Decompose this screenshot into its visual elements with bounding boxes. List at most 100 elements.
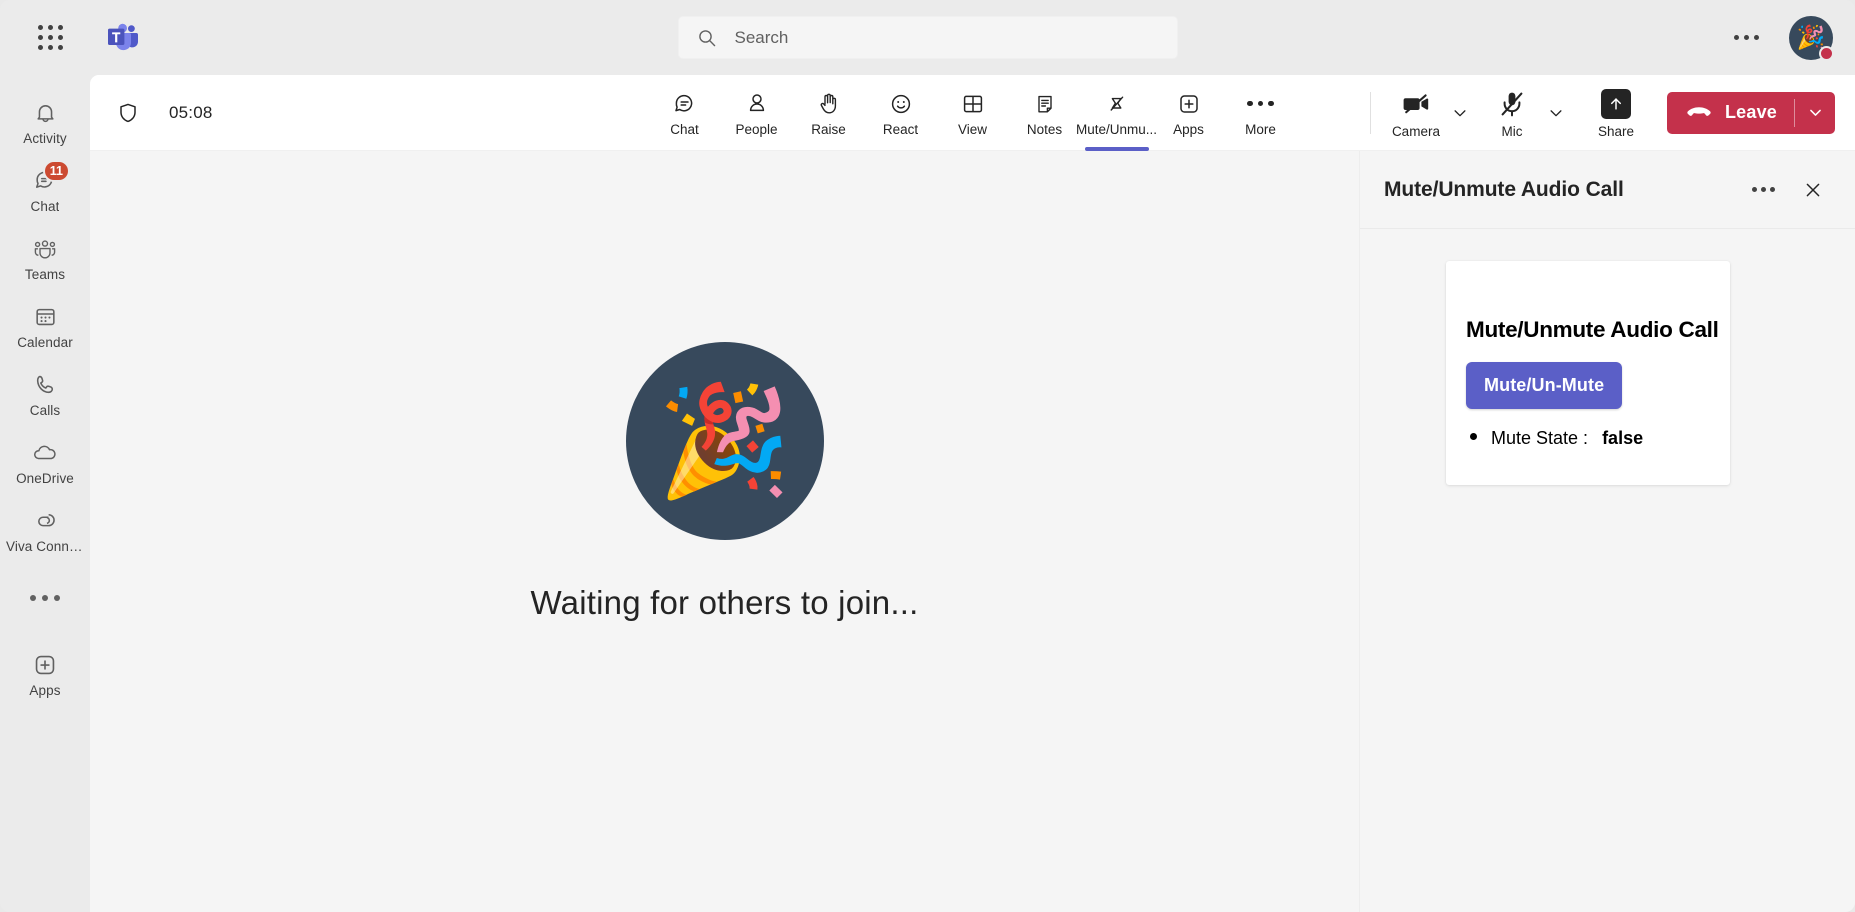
mute-unmute-card: Mute/Unmute Audio Call Mute/Un-Mute Mute… bbox=[1446, 261, 1730, 485]
camera-group: Camera bbox=[1385, 78, 1481, 148]
sidebar-item-chat[interactable]: 11 Chat bbox=[9, 156, 81, 224]
tool-apps[interactable]: Apps bbox=[1153, 75, 1225, 151]
share-up-arrow-icon bbox=[1600, 88, 1631, 119]
meeting-toolbar-right: Camera Mic Share Leave bbox=[1366, 78, 1835, 148]
bell-icon bbox=[31, 99, 59, 127]
chat-icon: 11 bbox=[31, 159, 70, 195]
sidebar-item-label: OneDrive bbox=[16, 470, 74, 486]
sidebar-item-viva-connections[interactable]: Viva Conne... bbox=[6, 496, 84, 564]
tool-notes[interactable]: Notes bbox=[1009, 75, 1081, 151]
side-panel-header: Mute/Unmute Audio Call bbox=[1360, 151, 1855, 229]
waiting-message: Waiting for others to join... bbox=[530, 583, 919, 621]
avatar[interactable]: 🎉 bbox=[1789, 15, 1834, 61]
tool-label: More bbox=[1245, 122, 1276, 137]
mic-toggle-button[interactable]: Mic bbox=[1481, 78, 1543, 148]
leave-label: Leave bbox=[1724, 102, 1777, 122]
tool-more[interactable]: More bbox=[1225, 75, 1297, 151]
party-popper-icon: 🎉 bbox=[657, 379, 792, 501]
search-placeholder: Search bbox=[734, 27, 789, 47]
tool-view[interactable]: View bbox=[937, 75, 1009, 151]
camera-toggle-button[interactable]: Camera bbox=[1385, 78, 1447, 148]
camera-off-icon bbox=[1401, 89, 1431, 119]
mute-unmute-button[interactable]: Mute/Un-Mute bbox=[1466, 362, 1623, 409]
sidebar-item-onedrive[interactable]: OneDrive bbox=[9, 428, 81, 496]
stage-column: 05:08 Chat People Raise React View Notes… bbox=[90, 75, 1855, 912]
plus-box-icon bbox=[31, 651, 59, 679]
cloud-icon bbox=[31, 439, 59, 467]
sidebar-item-apps[interactable]: Apps bbox=[9, 640, 81, 708]
camera-label: Camera bbox=[1391, 123, 1440, 139]
mic-label: Mic bbox=[1501, 123, 1523, 139]
mute-state-label: Mute State : bbox=[1491, 428, 1589, 448]
presence-badge bbox=[1819, 45, 1834, 61]
smiley-icon bbox=[887, 90, 914, 117]
grid-view-icon bbox=[959, 90, 986, 117]
bullet-icon bbox=[1470, 433, 1477, 440]
card-list: Mute State : false bbox=[1466, 428, 1708, 449]
tool-label: Notes bbox=[1026, 122, 1063, 137]
sidebar-item-label: Teams bbox=[24, 266, 66, 282]
settings-more-button[interactable] bbox=[1726, 27, 1767, 48]
viva-connections-icon bbox=[31, 507, 59, 535]
meeting-timer: 05:08 bbox=[169, 102, 213, 122]
tool-mute-unmute-app[interactable]: Mute/Unmu... bbox=[1076, 75, 1157, 151]
stage-body: 🎉 Waiting for others to join... Mute/Unm… bbox=[90, 151, 1855, 912]
mic-options-chevron[interactable] bbox=[1543, 93, 1569, 133]
leave-options-chevron[interactable] bbox=[1795, 92, 1835, 134]
sidebar-item-label: Calls bbox=[29, 402, 61, 418]
sidebar-item-teams[interactable]: Teams bbox=[9, 224, 81, 292]
sidebar-item-activity[interactable]: Activity bbox=[9, 88, 81, 156]
hang-up-icon bbox=[1686, 105, 1712, 121]
sidebar-item-label: Apps bbox=[29, 682, 61, 698]
meeting-tools: Chat People Raise React View Notes Mute/… bbox=[649, 75, 1297, 151]
sidebar: Activity 11 Chat Teams Calendar Calls On… bbox=[0, 75, 90, 912]
top-bar: Search 🎉 bbox=[0, 0, 1855, 75]
mute-state-value: false bbox=[1602, 428, 1644, 448]
leave-main[interactable]: Leave bbox=[1667, 92, 1794, 134]
leave-button[interactable]: Leave bbox=[1666, 91, 1835, 134]
celebration-avatar: 🎉 bbox=[625, 341, 824, 540]
sidebar-more-button[interactable] bbox=[9, 564, 81, 632]
panel-more-button[interactable] bbox=[1744, 179, 1783, 200]
tool-chat[interactable]: Chat bbox=[649, 75, 721, 151]
tool-react[interactable]: React bbox=[865, 75, 937, 151]
divider bbox=[1369, 91, 1371, 134]
teams-logo-icon[interactable] bbox=[106, 21, 140, 55]
app-launcher-button[interactable] bbox=[27, 15, 73, 61]
top-bar-right: 🎉 bbox=[1726, 15, 1855, 61]
tool-label: React bbox=[882, 122, 919, 137]
calendar-icon bbox=[31, 303, 59, 331]
search-input[interactable]: Search bbox=[677, 16, 1178, 59]
close-icon[interactable] bbox=[1797, 174, 1829, 206]
share-label: Share bbox=[1597, 123, 1634, 139]
phone-icon bbox=[31, 371, 59, 399]
share-button[interactable]: Share bbox=[1583, 78, 1649, 148]
teams-window: Search 🎉 Activity 11 Chat Teams Calendar… bbox=[0, 0, 1855, 912]
tool-label: Mute/Unmu... bbox=[1075, 122, 1158, 137]
body: Activity 11 Chat Teams Calendar Calls On… bbox=[0, 75, 1855, 912]
side-panel-body: Mute/Unmute Audio Call Mute/Un-Mute Mute… bbox=[1360, 229, 1855, 912]
sidebar-item-label: Activity bbox=[23, 130, 67, 146]
sidebar-item-label: Viva Conne... bbox=[6, 538, 84, 554]
mic-group: Mic bbox=[1481, 78, 1577, 148]
meeting-toolbar: 05:08 Chat People Raise React View Notes… bbox=[90, 75, 1855, 151]
grid-icon bbox=[37, 25, 63, 50]
camera-options-chevron[interactable] bbox=[1447, 93, 1473, 133]
sidebar-item-calendar[interactable]: Calendar bbox=[9, 292, 81, 360]
more-ellipsis-icon bbox=[30, 584, 60, 612]
mute-unmute-app-icon bbox=[1103, 90, 1130, 117]
tool-label: Apps bbox=[1173, 122, 1204, 137]
tool-raise[interactable]: Raise bbox=[793, 75, 865, 151]
sidebar-item-label: Calendar bbox=[17, 334, 73, 350]
tool-label: People bbox=[735, 122, 778, 137]
tool-label: View bbox=[957, 122, 988, 137]
chat-unread-badge: 11 bbox=[42, 159, 70, 182]
more-ellipsis-icon bbox=[1247, 90, 1274, 117]
list-item: Mute State : false bbox=[1466, 428, 1708, 449]
shield-icon bbox=[116, 101, 140, 125]
tool-people[interactable]: People bbox=[721, 75, 793, 151]
chat-bubble-icon bbox=[671, 90, 698, 117]
notes-icon bbox=[1031, 90, 1058, 117]
side-panel: Mute/Unmute Audio Call Mute/Unmute Audio… bbox=[1360, 151, 1855, 912]
sidebar-item-calls[interactable]: Calls bbox=[9, 360, 81, 428]
